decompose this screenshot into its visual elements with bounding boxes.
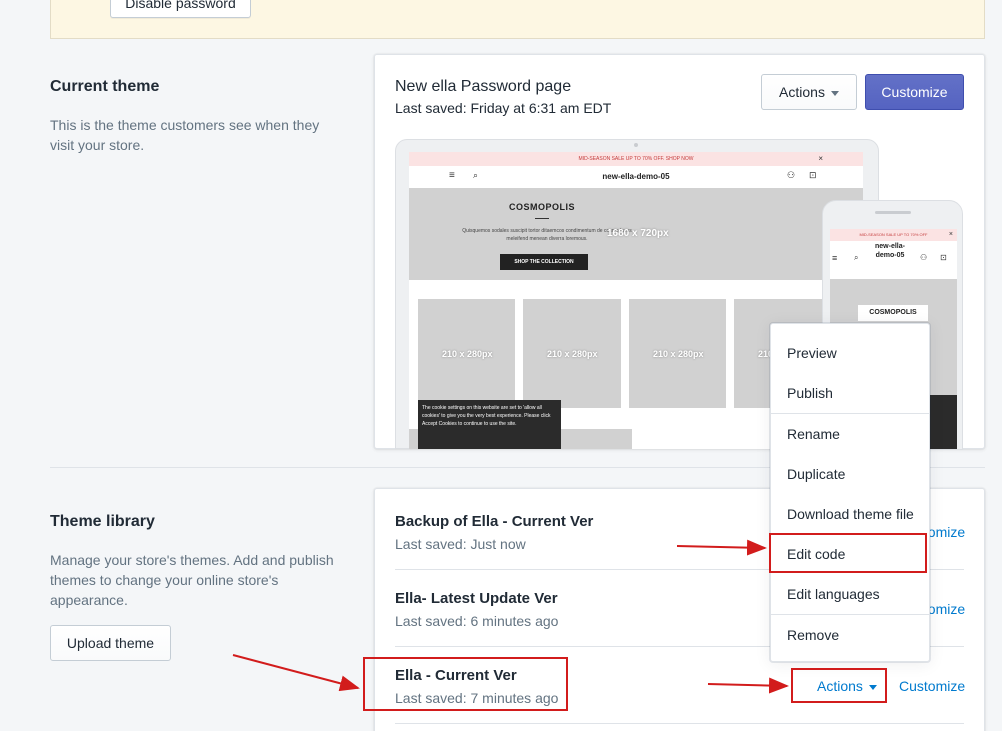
preview-hero: COSMOPOLIS Quisquemos sodales suscipit t… [409,188,863,280]
current-theme-customize-button[interactable]: Customize [865,74,964,110]
menu-item-preview[interactable]: Preview [787,345,837,361]
arrow-to-current-theme [232,654,360,692]
menu-item-remove[interactable]: Remove [787,627,839,643]
current-theme-actions-button[interactable]: Actions [761,74,857,110]
annotation-box-actions [791,668,887,703]
preview-hero-size: 1680 x 720px [607,228,669,239]
row-divider [395,723,964,724]
theme-library-heading: Theme library [50,513,155,530]
account-icon: ⚇ [787,170,796,180]
current-theme-last-saved: Last saved: Friday at 6:31 am EDT [395,100,612,116]
preview-announcement-text: MID-SEASON SALE UP TO 70% OFF. SHOP NOW [578,156,694,162]
preview-hero-button: SHOP THE COLLECTION [500,254,588,270]
menu-item-download[interactable]: Download theme file [787,506,914,522]
hamburger-icon: ≡ [832,253,838,263]
close-icon: × [818,154,823,163]
caret-down-icon [830,90,839,96]
preview-hero-rule [535,218,549,219]
cart-icon: ⊡ [940,253,947,262]
mobile-hero-title: COSMOPOLIS [858,305,928,321]
product-placeholder-label: 210 x 280px [442,349,493,359]
search-icon: ⌕ [854,253,859,262]
theme-last-saved: Last saved: 6 minutes ago [395,613,559,629]
theme-name: Ella- Latest Update Ver [395,590,558,607]
theme-name: Backup of Ella - Current Ver [395,513,594,530]
close-icon: × [948,231,953,238]
phone-speaker [875,211,911,214]
annotation-box-current-theme [363,657,568,711]
mobile-announcement-text: MID-SEASON SALE UP TO 70% OFF [859,232,928,237]
mobile-store-name: new-ella-demo-05 [875,243,905,259]
actions-label: Actions [779,84,825,100]
preview-announcement-bar: MID-SEASON SALE UP TO 70% OFF. SHOP NOW … [409,152,863,166]
annotation-box-edit-code [769,533,927,573]
preview-product-2: 210 x 280px [523,299,621,408]
mobile-cookie-banner [926,395,957,449]
disable-password-button[interactable]: Disable password [110,0,251,18]
menu-separator [771,614,929,615]
current-theme-description: This is the theme customers see when the… [50,117,320,153]
menu-item-edit-languages[interactable]: Edit languages [787,586,880,602]
theme-customize-link[interactable]: Customize [899,678,965,694]
current-theme-name: New ella Password page [395,78,572,95]
preview-hero-title: COSMOPOLIS [509,202,576,212]
menu-separator [771,413,929,414]
theme-library-description: Manage your store's themes. Add and publ… [50,552,334,608]
camera-dot [634,143,638,147]
theme-last-saved: Last saved: Just now [395,536,526,552]
product-placeholder-label: 210 x 280px [653,349,704,359]
upload-theme-button[interactable]: Upload theme [50,625,171,661]
theme-actions-menu: Preview Publish Rename Duplicate Downloa… [770,323,930,662]
preview-product-1: 210 x 280px [418,299,515,408]
menu-item-duplicate[interactable]: Duplicate [787,466,845,482]
preview-cookie-banner: The cookie settings on this website are … [418,400,561,449]
cart-icon: ⊡ [809,170,817,180]
product-placeholder-label: 210 x 280px [547,349,598,359]
menu-item-rename[interactable]: Rename [787,426,840,442]
mobile-announcement-bar: MID-SEASON SALE UP TO 70% OFF × [830,229,957,241]
current-theme-heading: Current theme [50,78,160,95]
menu-item-publish[interactable]: Publish [787,385,833,401]
account-icon: ⚇ [920,253,928,262]
preview-product-3: 210 x 280px [629,299,726,408]
